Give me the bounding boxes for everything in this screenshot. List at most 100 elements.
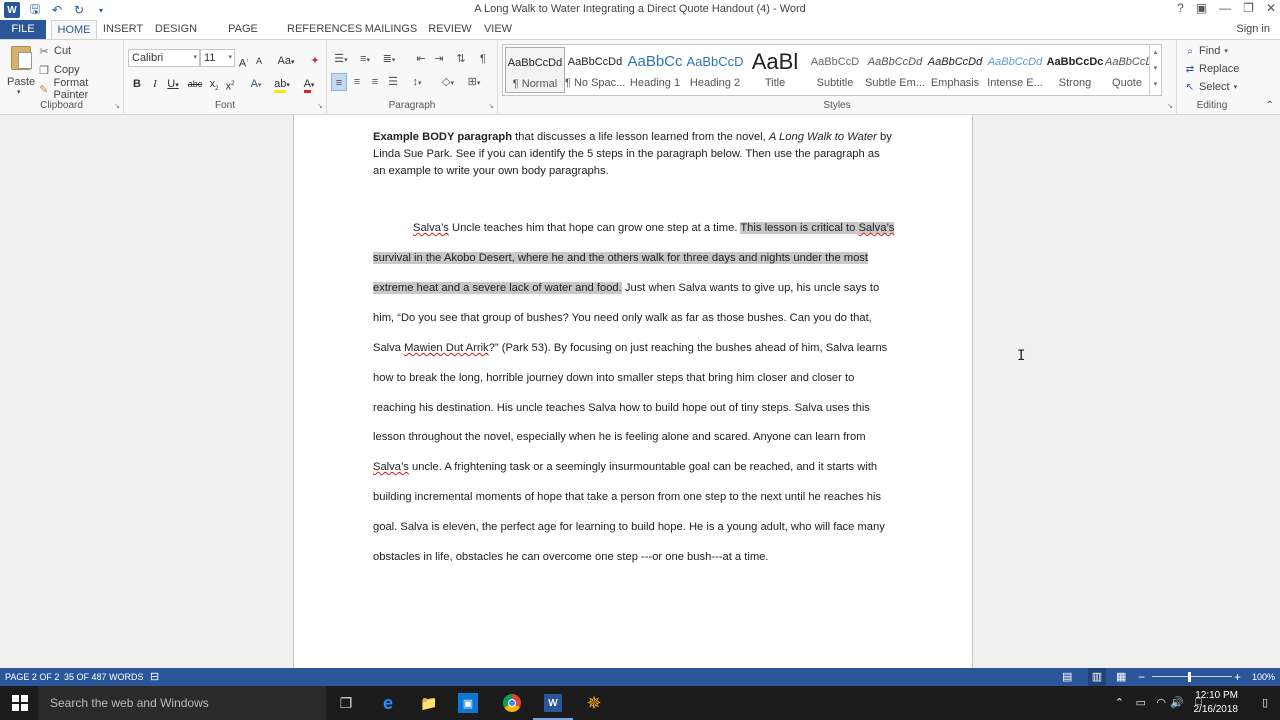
proofing-icon[interactable]: ⊟ [150,668,159,686]
misspelled-word[interactable]: Salva’s [858,222,895,234]
close-icon[interactable]: ✕ [1266,1,1276,15]
zoom-in-icon[interactable]: + [1234,668,1241,686]
word-count[interactable]: 35 OF 487 WORDS [64,668,144,686]
tab-view[interactable]: VIEW [481,20,515,39]
align-right-button[interactable]: ≡ [367,73,383,91]
paste-button[interactable]: Paste ▾ [6,44,35,96]
show-formatting-marks-button[interactable]: ¶ [475,50,491,68]
tab-references[interactable]: REFERENCES [287,20,362,39]
sign-in-link[interactable]: Sign in [1236,23,1270,35]
dialog-launcher-icon[interactable]: ↘ [317,102,323,110]
highlight-color-button[interactable]: ab▾ [272,75,292,93]
chevron-down-icon[interactable]: ▾ [17,88,21,96]
dialog-launcher-icon[interactable]: ↘ [114,102,120,110]
task-view-icon[interactable]: ❐ [334,691,358,715]
dialog-launcher-icon[interactable]: ↘ [488,102,494,110]
align-center-button[interactable]: ≡ [349,73,365,91]
zoom-out-icon[interactable]: − [1138,668,1145,686]
sort-button[interactable]: ⇅ [453,50,469,68]
style-no-spacing[interactable]: AaBbCcDd ¶ No Spac... [565,47,625,93]
more-styles-icon[interactable]: ▾ [1150,77,1161,93]
volume-icon[interactable]: 🔊 [1170,696,1184,709]
align-left-button[interactable]: ≡ [331,73,347,91]
style-title[interactable]: AaBl Title [745,47,805,93]
text-effects-button[interactable]: A▾ [246,75,266,93]
taskbar-search-box[interactable]: Search the web and Windows [38,686,326,720]
superscript-button[interactable]: x2 [223,75,237,93]
search-input[interactable]: Search the web and Windows [50,696,209,710]
style-heading-2[interactable]: AaBbCcD Heading 2 [685,47,745,93]
multilevel-list-button[interactable]: ≣▾ [379,50,399,68]
chevron-up-icon[interactable]: ⌃ [1115,696,1124,709]
borders-button[interactable]: ⊞▾ [463,73,485,91]
style-quote[interactable]: AaBbCcDd Quote [1105,47,1149,93]
notifications-icon[interactable]: ▯ [1262,696,1268,709]
italic-button[interactable]: I [148,75,162,93]
document-page[interactable]: Example BODY paragraph that discusses a … [293,115,973,668]
cut-button[interactable]: ✂ Cut [38,43,71,59]
select-button[interactable]: ↖ Select ▾ [1185,79,1237,95]
battery-icon[interactable]: ▭ [1136,696,1146,709]
style-intense-emphasis[interactable]: AaBbCcDd Intense E... [985,47,1045,93]
collapse-ribbon-icon[interactable]: ⌃ [1266,100,1274,111]
styles-gallery-scroll[interactable]: ▴ ▾ ▾ [1149,45,1161,95]
windows-start-icon[interactable] [12,695,28,711]
numbering-button[interactable]: ≡▾ [355,50,375,68]
decrease-indent-button[interactable]: ⇤ [413,50,429,68]
bold-button[interactable]: B [130,75,144,93]
replace-button[interactable]: ⇄ Replace [1185,61,1240,77]
store-icon[interactable]: ▣ [458,693,478,713]
chevron-down-icon[interactable]: ▾ [1150,61,1161,77]
font-color-button[interactable]: A▾ [298,75,320,93]
style-emphasis[interactable]: AaBbCcDd Emphasis [925,47,985,93]
dialog-launcher-icon[interactable]: ↘ [1167,102,1173,110]
change-case-button[interactable]: Aa▾ [274,52,298,70]
style-normal[interactable]: AaBbCcDd ¶ Normal [505,47,565,93]
tab-design[interactable]: DESIGN [153,20,199,39]
increase-indent-button[interactable]: ⇥ [431,50,447,68]
print-layout-icon[interactable]: ▥ [1088,668,1106,686]
zoom-slider[interactable] [1152,676,1232,677]
font-size-select[interactable]: 11 ▾ [200,49,235,67]
tab-mailings[interactable]: MAILINGS [363,20,419,39]
tab-file[interactable]: FILE [0,20,46,39]
style-heading-1[interactable]: AaBbCc Heading 1 [625,47,685,93]
subscript-button[interactable]: x2 [207,75,221,93]
shading-button[interactable]: ◇▾ [437,73,459,91]
chevron-up-icon[interactable]: ▴ [1150,45,1161,61]
clear-formatting-icon[interactable]: ✦ [308,52,322,70]
edge-browser-icon[interactable]: e [376,691,400,715]
document-area[interactable]: Example BODY paragraph that discusses a … [0,115,1280,668]
style-strong[interactable]: AaBbCcDc Strong [1045,47,1105,93]
style-subtitle[interactable]: AaBbCcD Subtitle [805,47,865,93]
format-painter-button[interactable]: ✎ Format Painter [38,77,123,101]
line-spacing-button[interactable]: ↕▾ [407,73,427,91]
font-name-select[interactable]: Calibri ▾ [128,49,200,67]
zoom-slider-thumb[interactable] [1188,672,1191,682]
ribbon-display-options-icon[interactable]: ▣ [1196,1,1207,15]
zoom-level[interactable]: 100% [1252,668,1275,686]
page-count[interactable]: PAGE 2 OF 2 [5,668,59,686]
web-layout-icon[interactable]: ▦ [1116,668,1126,686]
shrink-font-button[interactable]: A [253,52,265,70]
app-sunburst-icon[interactable]: ✵ [582,691,606,715]
word-taskbar-icon[interactable]: W [533,691,573,720]
tab-insert[interactable]: INSERT [101,20,145,39]
justify-button[interactable]: ☰ [385,73,401,91]
file-explorer-icon[interactable]: 📁 [417,691,441,715]
help-icon[interactable]: ? [1177,1,1184,15]
chrome-icon[interactable] [500,691,524,715]
style-subtle-emphasis[interactable]: AaBbCcDd Subtle Em... [865,47,925,93]
tab-home[interactable]: HOME [51,20,97,39]
misspelled-word[interactable]: Salva’s [373,461,409,473]
network-icon[interactable]: ◠ [1156,696,1166,709]
minimize-icon[interactable]: — [1219,1,1231,15]
read-mode-icon[interactable]: ▤ [1062,668,1072,686]
misspelled-word[interactable]: Mawien Dut Arrik [404,342,489,354]
misspelled-word[interactable]: Salva’s [413,222,449,234]
system-clock[interactable]: 12:10 PM 2/16/2018 [1194,689,1239,717]
copy-button[interactable]: ❐ Copy [38,62,80,78]
underline-button[interactable]: U▾ [164,75,182,93]
find-button[interactable]: ⌕ Find ▾ [1185,43,1228,59]
bullets-button[interactable]: ☰▾ [331,50,351,68]
